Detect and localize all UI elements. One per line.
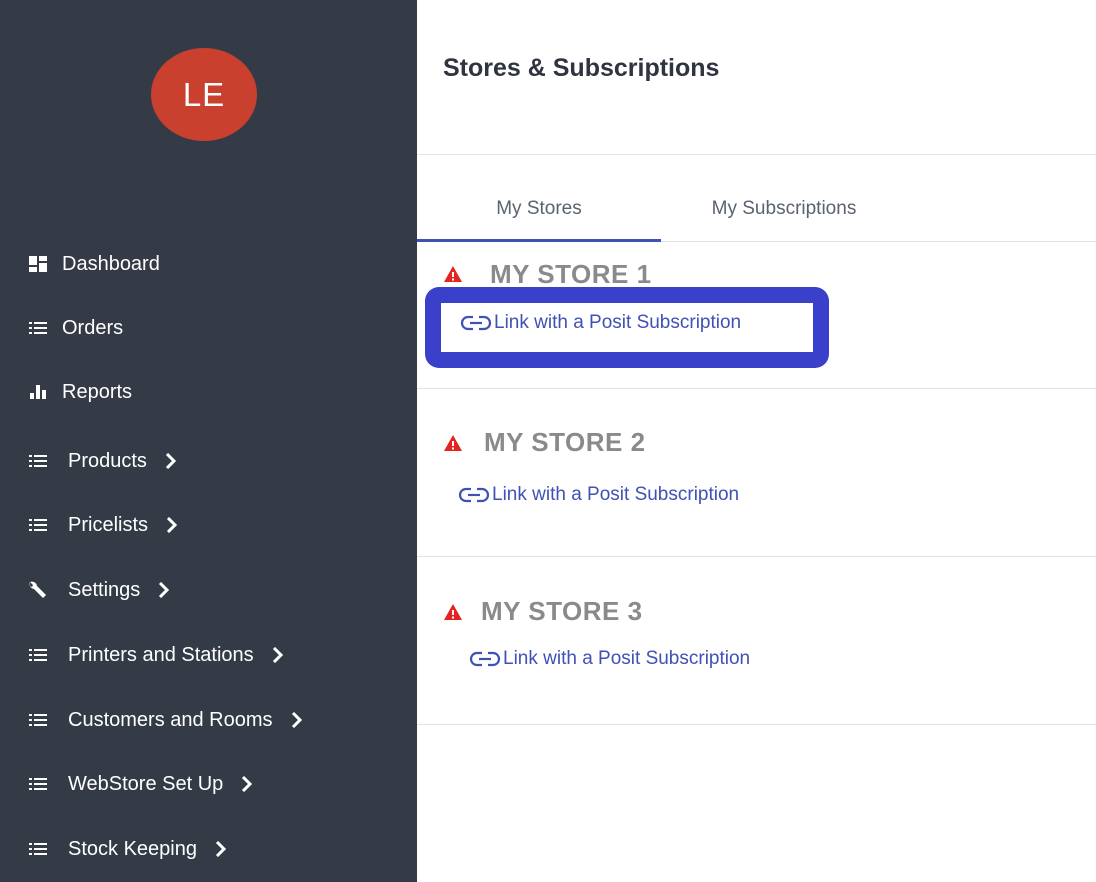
- sidebar-item-label: Pricelists: [68, 513, 149, 536]
- sidebar-item-dashboard[interactable]: Dashboard: [0, 244, 160, 284]
- list-icon: [28, 843, 48, 855]
- tab-bar: My Stores My Subscriptions: [417, 186, 1096, 242]
- chevron-right-icon: [241, 776, 253, 792]
- sidebar-item-printers-and-stations[interactable]: Printers and Stations: [0, 635, 284, 675]
- list-icon: [28, 519, 48, 531]
- list-icon: [28, 322, 48, 334]
- list-icon: [28, 714, 48, 726]
- link-label: Link with a Posit Subscription: [503, 648, 751, 669]
- warning-icon: [444, 266, 462, 282]
- divider: [417, 388, 1096, 389]
- highlight-annotation: [425, 287, 829, 368]
- link-icon: [469, 651, 501, 667]
- page-title: Stores & Subscriptions: [443, 54, 720, 82]
- warning-icon: [444, 604, 462, 620]
- chevron-right-icon: [158, 582, 170, 598]
- sidebar-item-pricelists[interactable]: Pricelists: [0, 505, 178, 545]
- store-name: MY STORE 3: [481, 596, 643, 626]
- list-icon: [28, 455, 48, 467]
- sidebar-item-label: Reports: [62, 380, 133, 403]
- sidebar-item-reports[interactable]: Reports: [0, 372, 132, 412]
- sidebar-item-label: Stock Keeping: [68, 837, 197, 860]
- sidebar-item-label: Orders: [62, 316, 124, 339]
- divider: [417, 724, 1096, 725]
- store-name: MY STORE 2: [484, 427, 646, 457]
- tab-my-subscriptions[interactable]: My Subscriptions: [661, 186, 907, 242]
- sidebar-item-webstore-set-up[interactable]: WebStore Set Up: [0, 764, 253, 804]
- tab-my-stores[interactable]: My Stores: [417, 186, 661, 242]
- store-name: MY STORE 1: [490, 259, 652, 289]
- dashboard-icon: [28, 256, 48, 272]
- sidebar-item-label: Dashboard: [62, 252, 160, 275]
- link-label: Link with a Posit Subscription: [492, 484, 740, 505]
- sidebar-item-stock-keeping[interactable]: Stock Keeping: [0, 829, 227, 869]
- avatar-initials: LE: [182, 75, 226, 113]
- chevron-right-icon: [291, 712, 303, 728]
- sidebar-item-label: Products: [68, 449, 147, 472]
- bar-chart-icon: [28, 385, 48, 399]
- active-tab-indicator: [417, 239, 661, 242]
- sidebar-item-label: Customers and Rooms: [68, 708, 273, 731]
- sidebar-item-label: WebStore Set Up: [68, 772, 224, 795]
- sidebar-item-settings[interactable]: Settings: [0, 570, 170, 610]
- chevron-right-icon: [215, 841, 227, 857]
- list-icon: [28, 778, 48, 790]
- divider: [417, 154, 1096, 155]
- sidebar: LE Dashboard Orders Reports Products Pri…: [0, 0, 417, 882]
- link-subscription-button[interactable]: Link with a Posit Subscription: [458, 484, 739, 506]
- chevron-right-icon: [166, 517, 178, 533]
- avatar[interactable]: LE: [151, 48, 257, 141]
- chevron-right-icon: [272, 647, 284, 663]
- wrench-icon: [28, 581, 48, 599]
- list-icon: [28, 649, 48, 661]
- divider: [417, 556, 1096, 557]
- chevron-right-icon: [165, 453, 177, 469]
- main-content: Stores & Subscriptions My Stores My Subs…: [417, 0, 1096, 882]
- sidebar-item-products[interactable]: Products: [0, 441, 177, 481]
- sidebar-item-orders[interactable]: Orders: [0, 308, 123, 348]
- link-icon: [458, 487, 490, 503]
- sidebar-item-customers-and-rooms[interactable]: Customers and Rooms: [0, 700, 303, 740]
- link-subscription-button[interactable]: Link with a Posit Subscription: [469, 648, 750, 670]
- sidebar-item-label: Printers and Stations: [68, 643, 254, 666]
- sidebar-item-label: Settings: [68, 578, 141, 601]
- warning-icon: [444, 435, 462, 451]
